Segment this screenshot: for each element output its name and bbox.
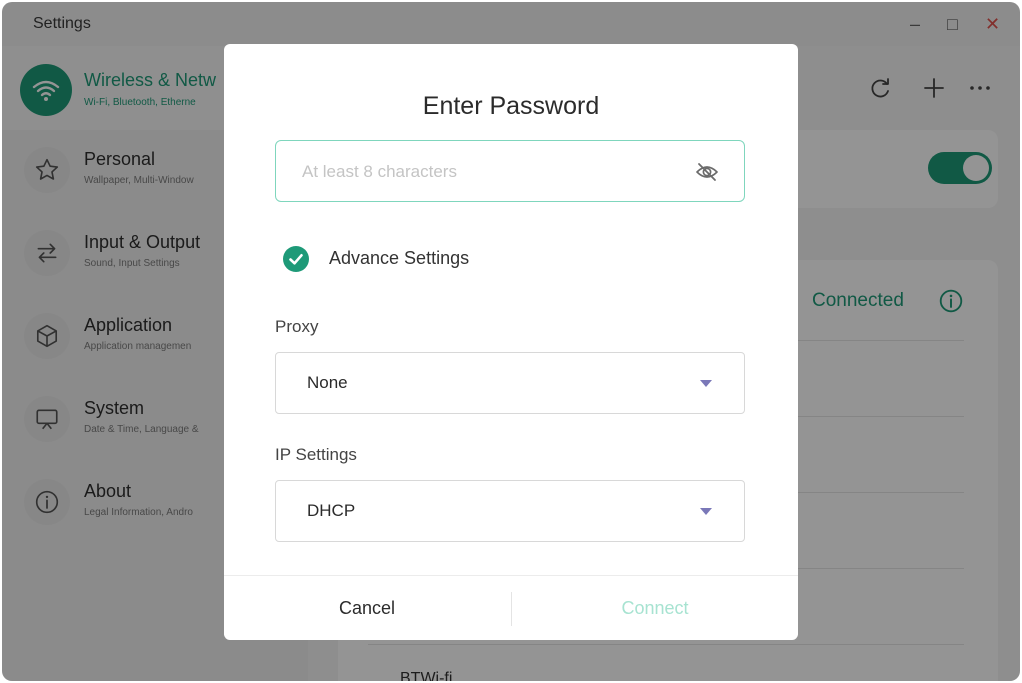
proxy-label: Proxy: [275, 317, 319, 336]
dialog-title: Enter Password: [422, 92, 600, 120]
ip-settings-select[interactable]: DHCP: [275, 480, 745, 542]
advance-settings-checkbox[interactable]: [283, 246, 309, 272]
eye-off-icon[interactable]: [694, 160, 720, 184]
connect-button[interactable]: Connect: [512, 576, 798, 641]
cancel-button[interactable]: Cancel: [224, 576, 510, 641]
password-field: [275, 140, 745, 202]
chevron-down-icon: [700, 380, 712, 387]
ip-settings-label: IP Settings: [275, 445, 357, 464]
proxy-select[interactable]: None: [275, 352, 745, 414]
ip-settings-value: DHCP: [307, 501, 356, 520]
password-dialog: Enter Password Advance Settings Proxy No…: [224, 44, 798, 640]
chevron-down-icon: [700, 508, 712, 515]
password-input[interactable]: [300, 159, 684, 185]
proxy-value: None: [307, 373, 348, 392]
advance-settings-label[interactable]: Advance Settings: [329, 248, 469, 269]
dialog-footer: Cancel Connect: [224, 575, 798, 641]
